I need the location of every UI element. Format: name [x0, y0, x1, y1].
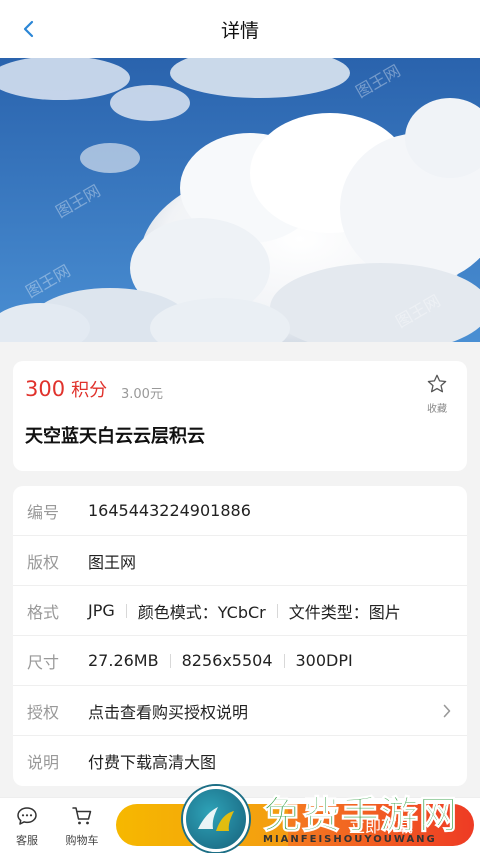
- info-key: 说明: [27, 753, 60, 772]
- chevron-right-icon: [443, 703, 451, 722]
- product-name: 天空蓝天白云云层积云: [25, 426, 205, 447]
- info-value: 文件类型：图片: [288, 602, 401, 622]
- info-value: 27.26MB: [88, 651, 159, 670]
- chevron-left-icon: [23, 20, 34, 38]
- info-value: 图王网: [88, 552, 137, 572]
- info-row-description: 说明 付费下载高清大图: [13, 736, 467, 786]
- divider: [283, 653, 285, 668]
- info-value: JPG: [88, 601, 115, 620]
- price: 300 积分: [25, 376, 107, 402]
- info-key: 尺寸: [27, 652, 60, 672]
- info-value: 1645443224901886: [88, 501, 251, 520]
- info-row-size: 尺寸 27.26MB 8256x5504 300DPI: [13, 636, 467, 686]
- info-value: 付费下载高清大图: [88, 753, 217, 772]
- divider: [276, 603, 278, 618]
- info-key: 编号: [27, 502, 60, 522]
- info-key: 授权: [27, 702, 60, 722]
- add-to-cart-button[interactable]: 加入: [116, 804, 288, 846]
- service-label: 客服: [16, 834, 38, 847]
- product-image[interactable]: 图王网 图王网 图王网 图王网 图王网: [0, 58, 480, 342]
- license-link[interactable]: 点击查看购买授权说明: [88, 699, 248, 723]
- original-price: 3.00元: [121, 387, 163, 402]
- service-button[interactable]: 客服: [2, 806, 52, 848]
- divider: [169, 653, 171, 668]
- price-card: 300 积分 3.00元 收藏 天空蓝天白云云层积云: [13, 361, 467, 471]
- info-row-format: 格式 JPG 颜色模式：YCbCr 文件类型：图片: [13, 586, 467, 636]
- info-key: 格式: [27, 602, 60, 622]
- info-value: 300DPI: [295, 651, 353, 670]
- divider: [125, 603, 127, 618]
- page-title: 详情: [220, 19, 259, 42]
- info-value: 颜色模式：YCbCr: [137, 602, 266, 622]
- price-value: 300: [25, 377, 66, 401]
- cart-label: 购物车: [65, 834, 99, 847]
- download-now-button[interactable]: 立即下载: [288, 804, 474, 846]
- info-row-copyright: 版权 图王网: [13, 536, 467, 586]
- cart-icon: [72, 807, 92, 825]
- back-button[interactable]: [16, 17, 40, 41]
- info-row-license[interactable]: 授权 点击查看购买授权说明: [13, 686, 467, 736]
- favorite-label: 收藏: [427, 404, 447, 415]
- info-value: 8256x5504: [181, 651, 273, 670]
- star-icon: [427, 374, 447, 393]
- info-key: 版权: [27, 552, 60, 572]
- chat-bubble-icon: [17, 807, 37, 825]
- bottom-action-bar: 客服 购物车 加入 立即下载: [0, 797, 480, 853]
- top-nav-bar: 详情: [0, 0, 480, 58]
- info-row-id: 编号 1645443224901886: [13, 486, 467, 536]
- cart-button[interactable]: 购物车: [57, 806, 107, 848]
- price-unit: 积分: [71, 380, 108, 401]
- favorite-button[interactable]: 收藏: [419, 373, 455, 415]
- info-card: 编号 1645443224901886 版权 图王网 格式 JPG 颜色模式：Y…: [13, 486, 467, 786]
